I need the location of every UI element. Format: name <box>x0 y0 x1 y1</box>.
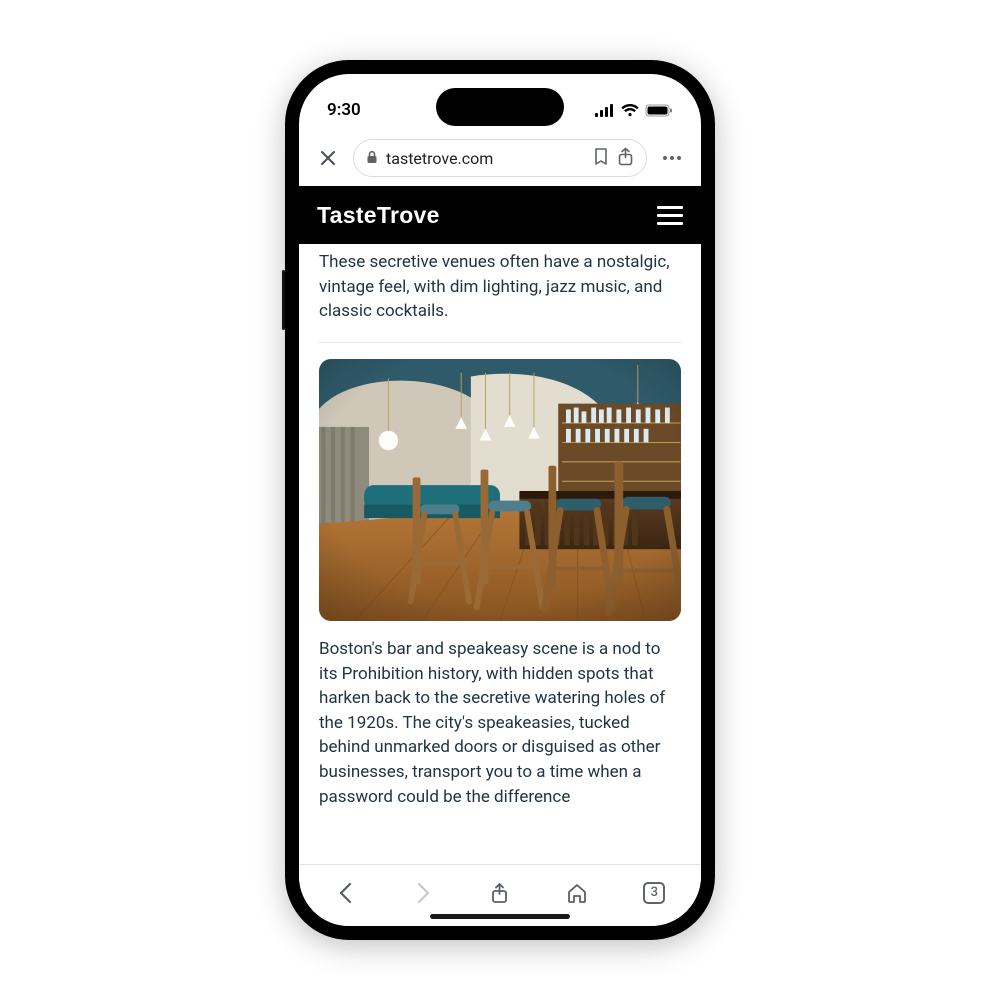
status-time: 9:30 <box>327 100 361 120</box>
wifi-icon <box>621 104 639 117</box>
cellular-icon <box>595 104 615 117</box>
article-body-paragraph: Boston's bar and speakeasy scene is a no… <box>319 637 681 809</box>
tabs-button[interactable]: 3 <box>631 874 677 912</box>
status-icons <box>595 104 673 117</box>
article-content[interactable]: These secretive venues often have a nost… <box>299 244 701 864</box>
phone-screen: 9:30 <box>299 74 701 926</box>
url-bar[interactable]: tastetrove.com <box>353 139 647 177</box>
home-indicator[interactable] <box>430 914 570 919</box>
menu-icon[interactable] <box>657 206 683 225</box>
url-text: tastetrove.com <box>386 149 585 168</box>
more-options-button[interactable] <box>657 143 687 173</box>
battery-icon <box>645 104 673 117</box>
content-fade <box>299 846 701 864</box>
article-hero-image <box>319 359 681 621</box>
browser-address-bar: tastetrove.com <box>299 130 701 186</box>
tabs-count: 3 <box>643 882 665 904</box>
share-icon[interactable] <box>617 147 634 170</box>
back-button[interactable] <box>323 874 369 912</box>
dynamic-island <box>436 88 564 126</box>
forward-button[interactable] <box>400 874 446 912</box>
home-button[interactable] <box>554 874 600 912</box>
close-tab-button[interactable] <box>313 143 343 173</box>
phone-frame: 9:30 <box>285 60 715 940</box>
section-divider <box>319 342 681 343</box>
bookmark-icon[interactable] <box>593 147 609 169</box>
share-button[interactable] <box>477 874 523 912</box>
site-brand[interactable]: TasteTrove <box>317 202 440 229</box>
site-header: TasteTrove <box>299 186 701 244</box>
article-lead-partial: These secretive venues often have a nost… <box>319 250 681 338</box>
lock-icon <box>366 149 378 168</box>
